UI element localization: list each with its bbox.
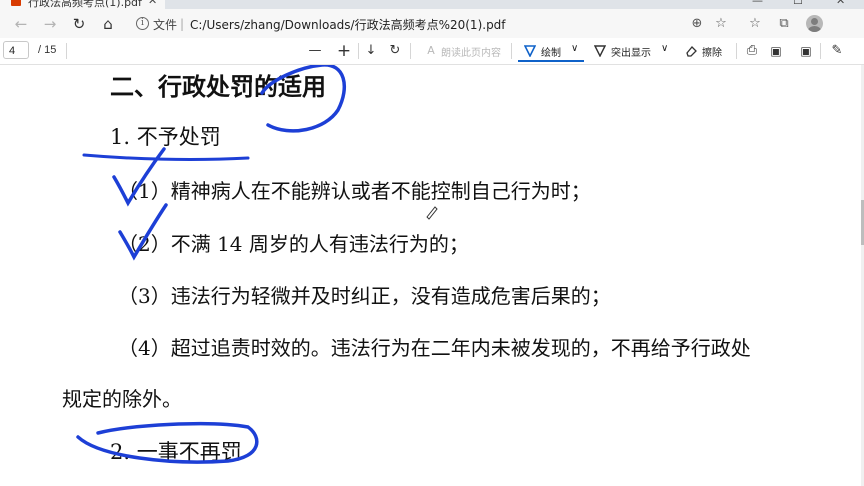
window-close-icon[interactable]: ✕ <box>836 0 845 7</box>
draw-button[interactable]: 绘制 <box>541 44 561 59</box>
page-number-input[interactable]: 4 <box>3 41 29 59</box>
pdf-toolbar: 4 / 15 — + ↓ ↻ A 朗读此页内容 绘制 ∨ 突出显示 ∨ 擦除 ⎙… <box>0 38 864 65</box>
profile-avatar[interactable] <box>806 15 823 32</box>
tab-title: 行政法高频考点(1).pdf <box>28 0 142 9</box>
subheading-no-double-penalty: 2. 一事不再罚 <box>110 440 242 464</box>
tab-strip: 行政法高频考点(1).pdf ✕ — ☐ ✕ <box>0 0 864 9</box>
eraser-icon <box>686 46 697 57</box>
toolbar-divider <box>410 43 411 59</box>
rotate-button[interactable]: ↻ <box>386 41 404 61</box>
toolbar-divider <box>820 43 821 59</box>
address-bar: ← → ↻ ⌂ i 文件 | C:/Users/zhang/Downloads/… <box>0 9 864 39</box>
draw-active-indicator <box>518 60 584 62</box>
pen-cursor-icon <box>426 206 438 220</box>
pin-toolbar-icon[interactable]: ✎ <box>828 41 846 61</box>
read-aloud-icon: A <box>427 44 435 57</box>
list-item: （4）超过追责时效的。违法行为在二年内未被发现的，不再给予行政处 <box>118 336 751 360</box>
list-item: （1）精神病人在不能辨认或者不能控制自己行为时； <box>118 179 591 203</box>
list-item: （3）违法行为轻微并及时纠正，没有造成危害后果的； <box>118 284 611 308</box>
zoom-icon[interactable]: ⊕ <box>687 14 707 34</box>
minimize-icon[interactable]: — <box>752 0 763 7</box>
url-text[interactable]: C:/Users/zhang/Downloads/行政法高频考点%20(1).p… <box>190 16 506 33</box>
section-heading: 二、行政处罚的适用 <box>110 73 326 101</box>
info-icon[interactable]: i <box>136 17 149 30</box>
toolbar-divider <box>511 43 512 59</box>
draw-pen-icon <box>524 45 536 57</box>
file-scheme-label: 文件 <box>153 18 178 32</box>
url-separator: | <box>180 17 185 31</box>
favorite-star-icon[interactable]: ☆ <box>711 14 731 34</box>
fit-page-button[interactable]: ↓ <box>362 41 380 61</box>
save-as-button[interactable]: ▣ <box>797 41 815 61</box>
collections-icon[interactable]: ⧉ <box>774 14 794 34</box>
list-item: （2）不满 14 周岁的人有违法行为的； <box>118 232 469 256</box>
home-button[interactable]: ⌂ <box>98 14 118 34</box>
toolbar-divider <box>358 43 359 59</box>
ink-underline-mark <box>82 153 250 161</box>
toolbar-divider <box>66 43 67 59</box>
print-button[interactable]: ⎙ <box>743 41 761 61</box>
forward-button[interactable]: → <box>40 14 60 34</box>
subheading-no-penalty: 1. 不予处罚 <box>110 125 221 149</box>
highlight-dropdown-chevron-icon[interactable]: ∨ <box>661 43 668 54</box>
favorites-bar-icon[interactable]: ☆ <box>745 14 765 34</box>
draw-dropdown-chevron-icon[interactable]: ∨ <box>571 43 578 54</box>
save-button[interactable]: ▣ <box>767 41 785 61</box>
zoom-in-button[interactable]: + <box>335 41 353 61</box>
pdf-page: 二、行政处罚的适用 1. 不予处罚 （1）精神病人在不能辨认或者不能控制自己行为… <box>0 65 864 486</box>
maximize-icon[interactable]: ☐ <box>793 0 803 7</box>
back-button[interactable]: ← <box>11 14 31 34</box>
toolbar-divider <box>736 43 737 59</box>
highlighter-icon <box>594 45 606 57</box>
read-aloud-button[interactable]: 朗读此页内容 <box>441 44 501 59</box>
page-total-label: / 15 <box>38 44 57 56</box>
browser-tab[interactable]: 行政法高频考点(1).pdf ✕ <box>0 0 165 9</box>
tab-close-icon[interactable]: ✕ <box>148 0 157 7</box>
refresh-button[interactable]: ↻ <box>69 14 89 34</box>
list-item-continuation: 规定的除外。 <box>62 387 182 411</box>
pdf-icon <box>11 0 21 6</box>
highlight-button[interactable]: 突出显示 <box>611 44 651 59</box>
erase-button[interactable]: 擦除 <box>702 44 722 59</box>
zoom-out-button[interactable]: — <box>306 41 324 61</box>
